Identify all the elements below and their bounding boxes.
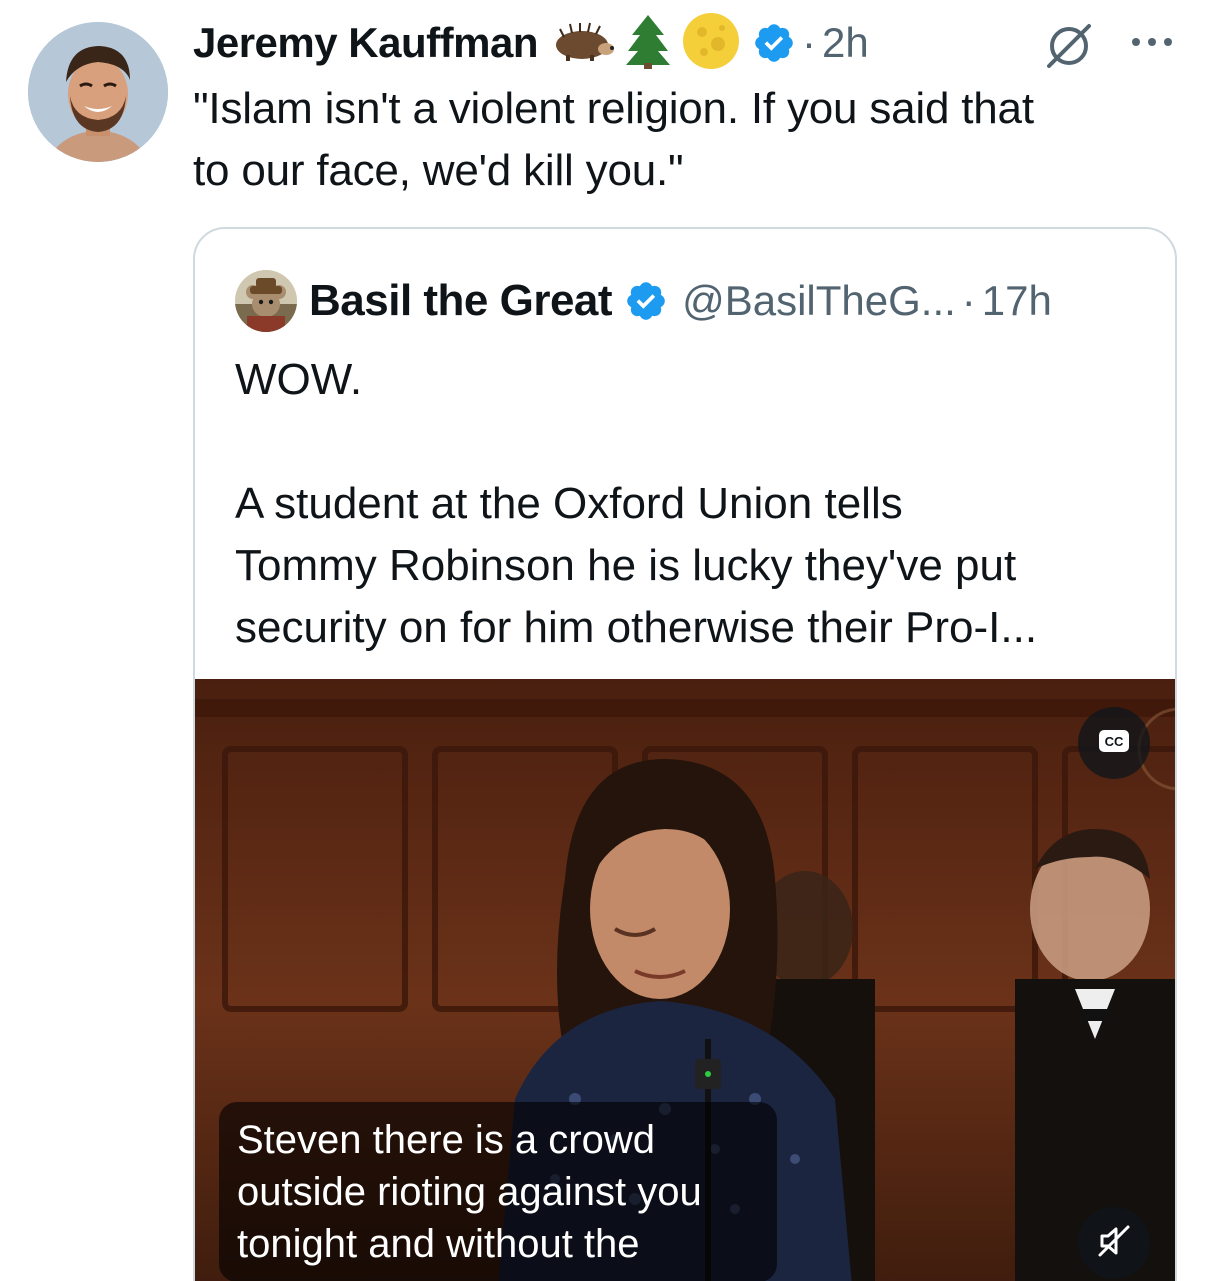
author-avatar[interactable] bbox=[28, 22, 168, 162]
tweet[interactable]: Jeremy Kauffman · 2h "Islam isn't a viol… bbox=[0, 0, 1206, 1281]
quoted-author-avatar[interactable] bbox=[235, 270, 297, 332]
tweet-text: "Islam isn't a violent religion. If you … bbox=[193, 84, 1034, 195]
video-player[interactable]: Steven there is a crowd outside rioting … bbox=[195, 679, 1175, 1281]
quoted-author-name[interactable]: Basil the Great bbox=[309, 276, 613, 326]
hedgehog-emoji bbox=[550, 21, 614, 66]
tweet-header: Jeremy Kauffman · 2h bbox=[193, 12, 869, 75]
quoted-tweet-text: A student at the Oxford Union tells Tomm… bbox=[235, 479, 1038, 652]
tweet-time[interactable]: 2h bbox=[822, 19, 869, 67]
quoted-tweet-lead: WOW. bbox=[235, 355, 363, 404]
more-icon[interactable] bbox=[1128, 30, 1176, 54]
separator-dot: · bbox=[961, 277, 976, 324]
verified-badge-icon[interactable] bbox=[624, 279, 668, 323]
quoted-tweet-header: Basil the Great @BasilTheG... · 17h bbox=[235, 269, 1052, 333]
full-moon-emoji bbox=[682, 12, 740, 75]
cc-icon: CC bbox=[1097, 728, 1131, 759]
grok-icon[interactable] bbox=[1043, 20, 1095, 72]
quoted-tweet-time[interactable]: 17h bbox=[982, 277, 1052, 325]
separator-dot: · bbox=[801, 19, 816, 66]
mute-icon bbox=[1096, 1223, 1132, 1264]
mute-button[interactable] bbox=[1078, 1207, 1150, 1279]
evergreen-tree-emoji bbox=[625, 13, 670, 74]
caption-box: Steven there is a crowd outside rioting … bbox=[219, 1102, 777, 1281]
author-name[interactable]: Jeremy Kauffman bbox=[193, 19, 538, 67]
cc-button[interactable]: CC bbox=[1078, 707, 1150, 779]
cc-label: CC bbox=[1105, 734, 1124, 749]
quoted-author-handle[interactable]: @BasilTheG... bbox=[682, 277, 956, 325]
quoted-tweet[interactable]: Basil the Great @BasilTheG... · 17h WOW.… bbox=[193, 227, 1177, 1281]
verified-badge-icon[interactable] bbox=[752, 21, 796, 65]
video-caption: Steven there is a crowd outside rioting … bbox=[237, 1118, 702, 1266]
